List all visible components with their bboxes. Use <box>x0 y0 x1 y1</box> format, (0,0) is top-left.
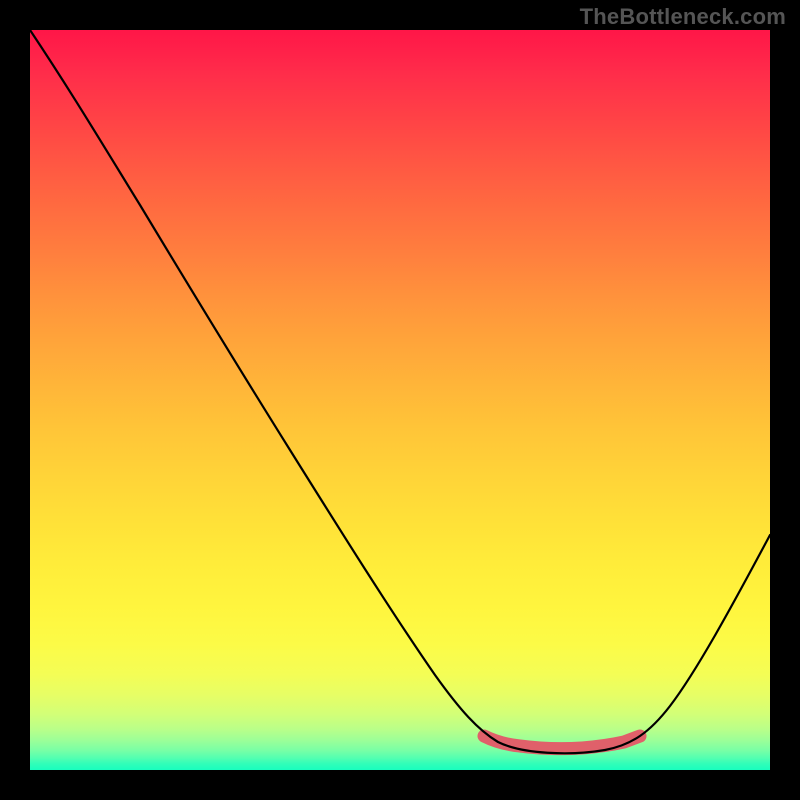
curve-svg <box>30 30 770 770</box>
watermark-text: TheBottleneck.com <box>580 4 786 30</box>
plot-area <box>30 30 770 770</box>
bottleneck-curve-line <box>30 30 770 753</box>
chart-frame: TheBottleneck.com <box>0 0 800 800</box>
